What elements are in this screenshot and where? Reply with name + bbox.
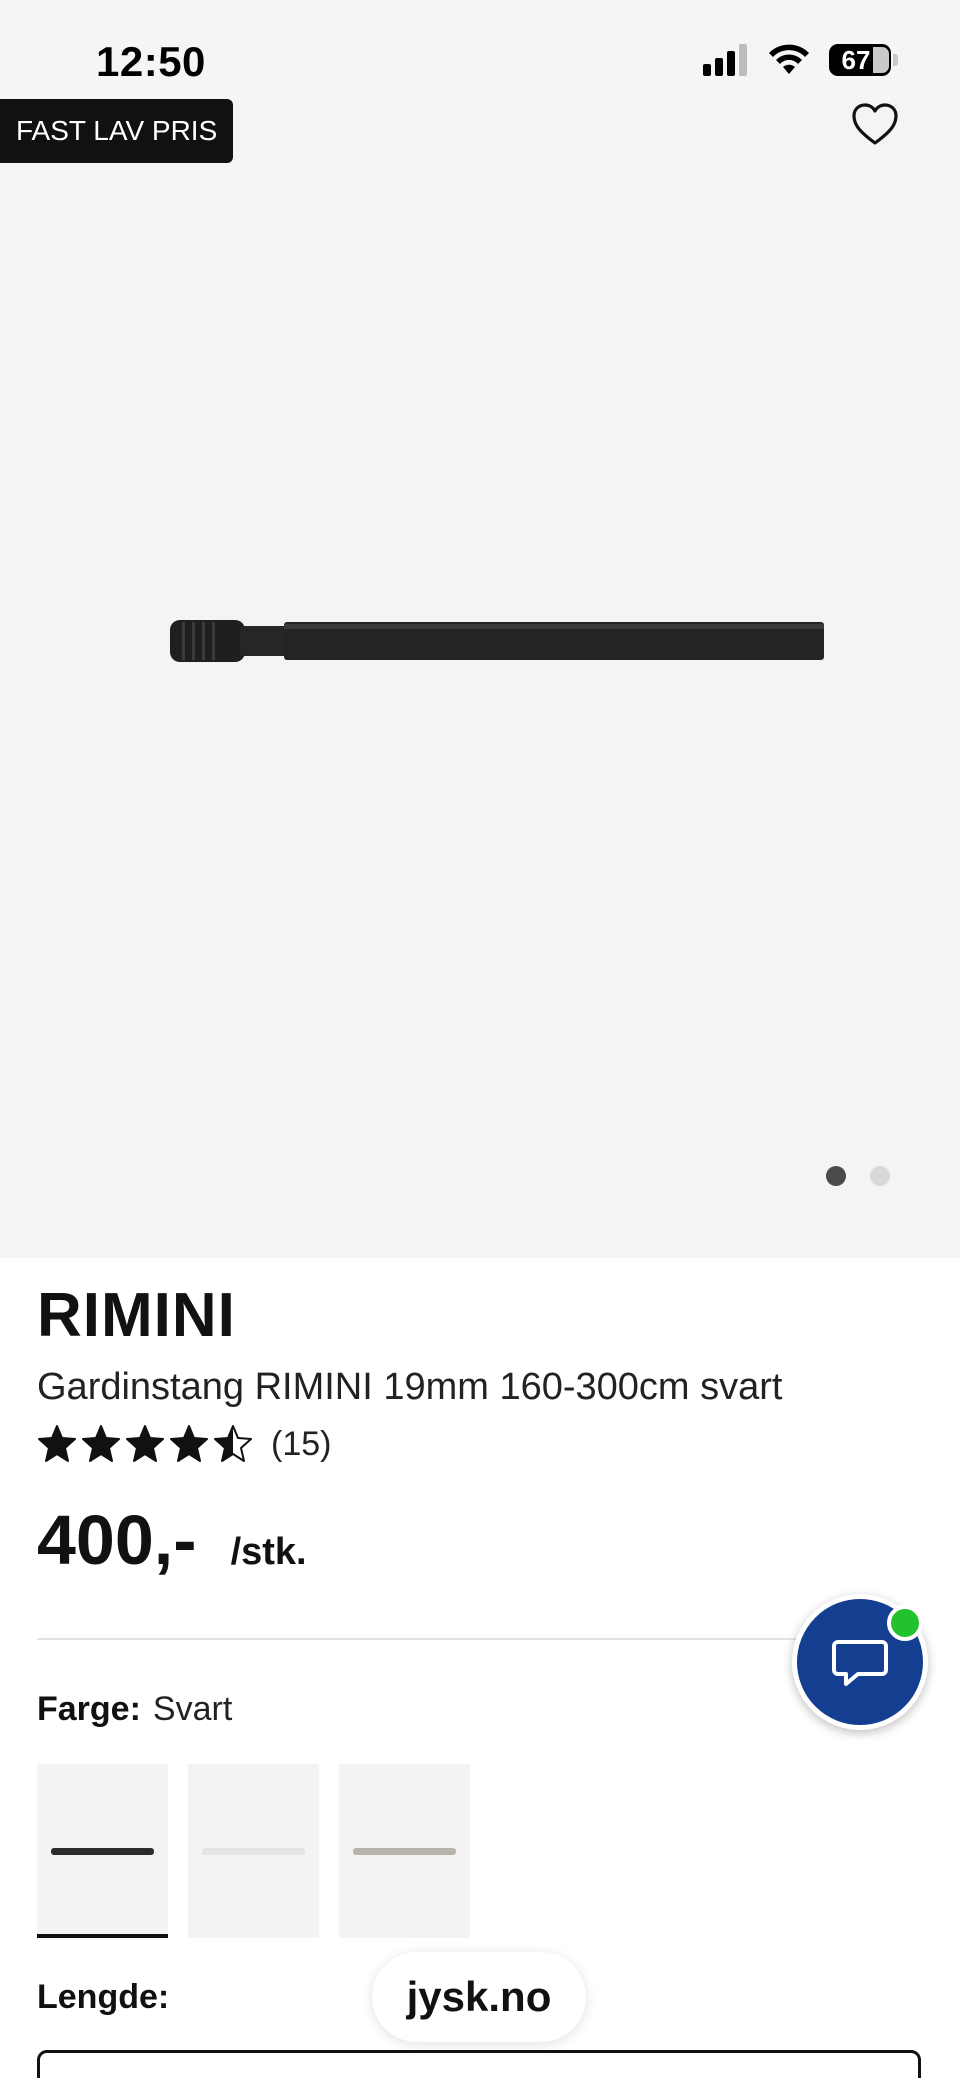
favorite-heart-icon[interactable] — [850, 100, 900, 150]
star-icon — [38, 1425, 76, 1462]
browser-url-bar[interactable]: jysk.no — [372, 1952, 586, 2042]
chat-bubble-icon — [832, 1640, 888, 1686]
status-bar: 12:50 67 — [0, 0, 960, 100]
price-badge: FAST LAV PRIS — [0, 99, 234, 163]
review-count[interactable]: (15) — [271, 1425, 331, 1464]
star-icon — [214, 1425, 252, 1462]
pagination-dot-2[interactable] — [870, 1166, 890, 1186]
star-icon — [126, 1425, 164, 1462]
chat-button[interactable] — [792, 1594, 928, 1730]
image-pagination[interactable] — [826, 1166, 890, 1186]
color-swatch-1[interactable] — [37, 1764, 168, 1938]
wifi-icon — [769, 44, 809, 74]
color-swatch-2[interactable] — [188, 1764, 319, 1938]
swatch-rod-image — [202, 1848, 305, 1855]
product-rating[interactable]: (15) — [37, 1424, 331, 1464]
status-time: 12:50 — [96, 38, 206, 85]
length-select[interactable] — [37, 2050, 921, 2078]
length-label: Lengde: — [37, 1978, 170, 2016]
swatch-rod-image — [353, 1848, 456, 1855]
battery-icon: 67 — [829, 44, 891, 76]
cellular-signal-icon — [703, 44, 747, 76]
color-selector-header: Farge: Svart — [37, 1690, 232, 1729]
battery-tip — [893, 54, 898, 66]
color-swatch-3[interactable] — [339, 1764, 470, 1938]
product-price: 400,- — [37, 1501, 197, 1579]
pagination-dot-1[interactable] — [826, 1166, 846, 1186]
online-indicator — [887, 1605, 923, 1641]
product-page: 12:50 67 FAST LAV PRIS RIMINI Gardinstan… — [0, 0, 960, 2078]
product-image-gallery[interactable] — [0, 0, 960, 1258]
star-icon — [170, 1425, 208, 1462]
status-indicators: 67 — [703, 44, 898, 76]
price-unit: /stk. — [230, 1531, 307, 1573]
price-row: 400,- /stk. — [37, 1500, 307, 1580]
product-name: Gardinstang RIMINI 19mm 160-300cm svart — [37, 1366, 783, 1408]
star-icon — [82, 1425, 120, 1462]
product-brand: RIMINI — [37, 1281, 236, 1350]
color-label: Farge: — [37, 1690, 141, 1728]
battery-level: 67 — [841, 44, 871, 75]
color-swatches — [37, 1764, 470, 1938]
divider — [37, 1638, 877, 1640]
swatch-rod-image — [51, 1848, 154, 1855]
rating-stars — [37, 1424, 253, 1464]
product-image-curtain-rod — [170, 620, 824, 662]
color-value: Svart — [152, 1690, 233, 1728]
